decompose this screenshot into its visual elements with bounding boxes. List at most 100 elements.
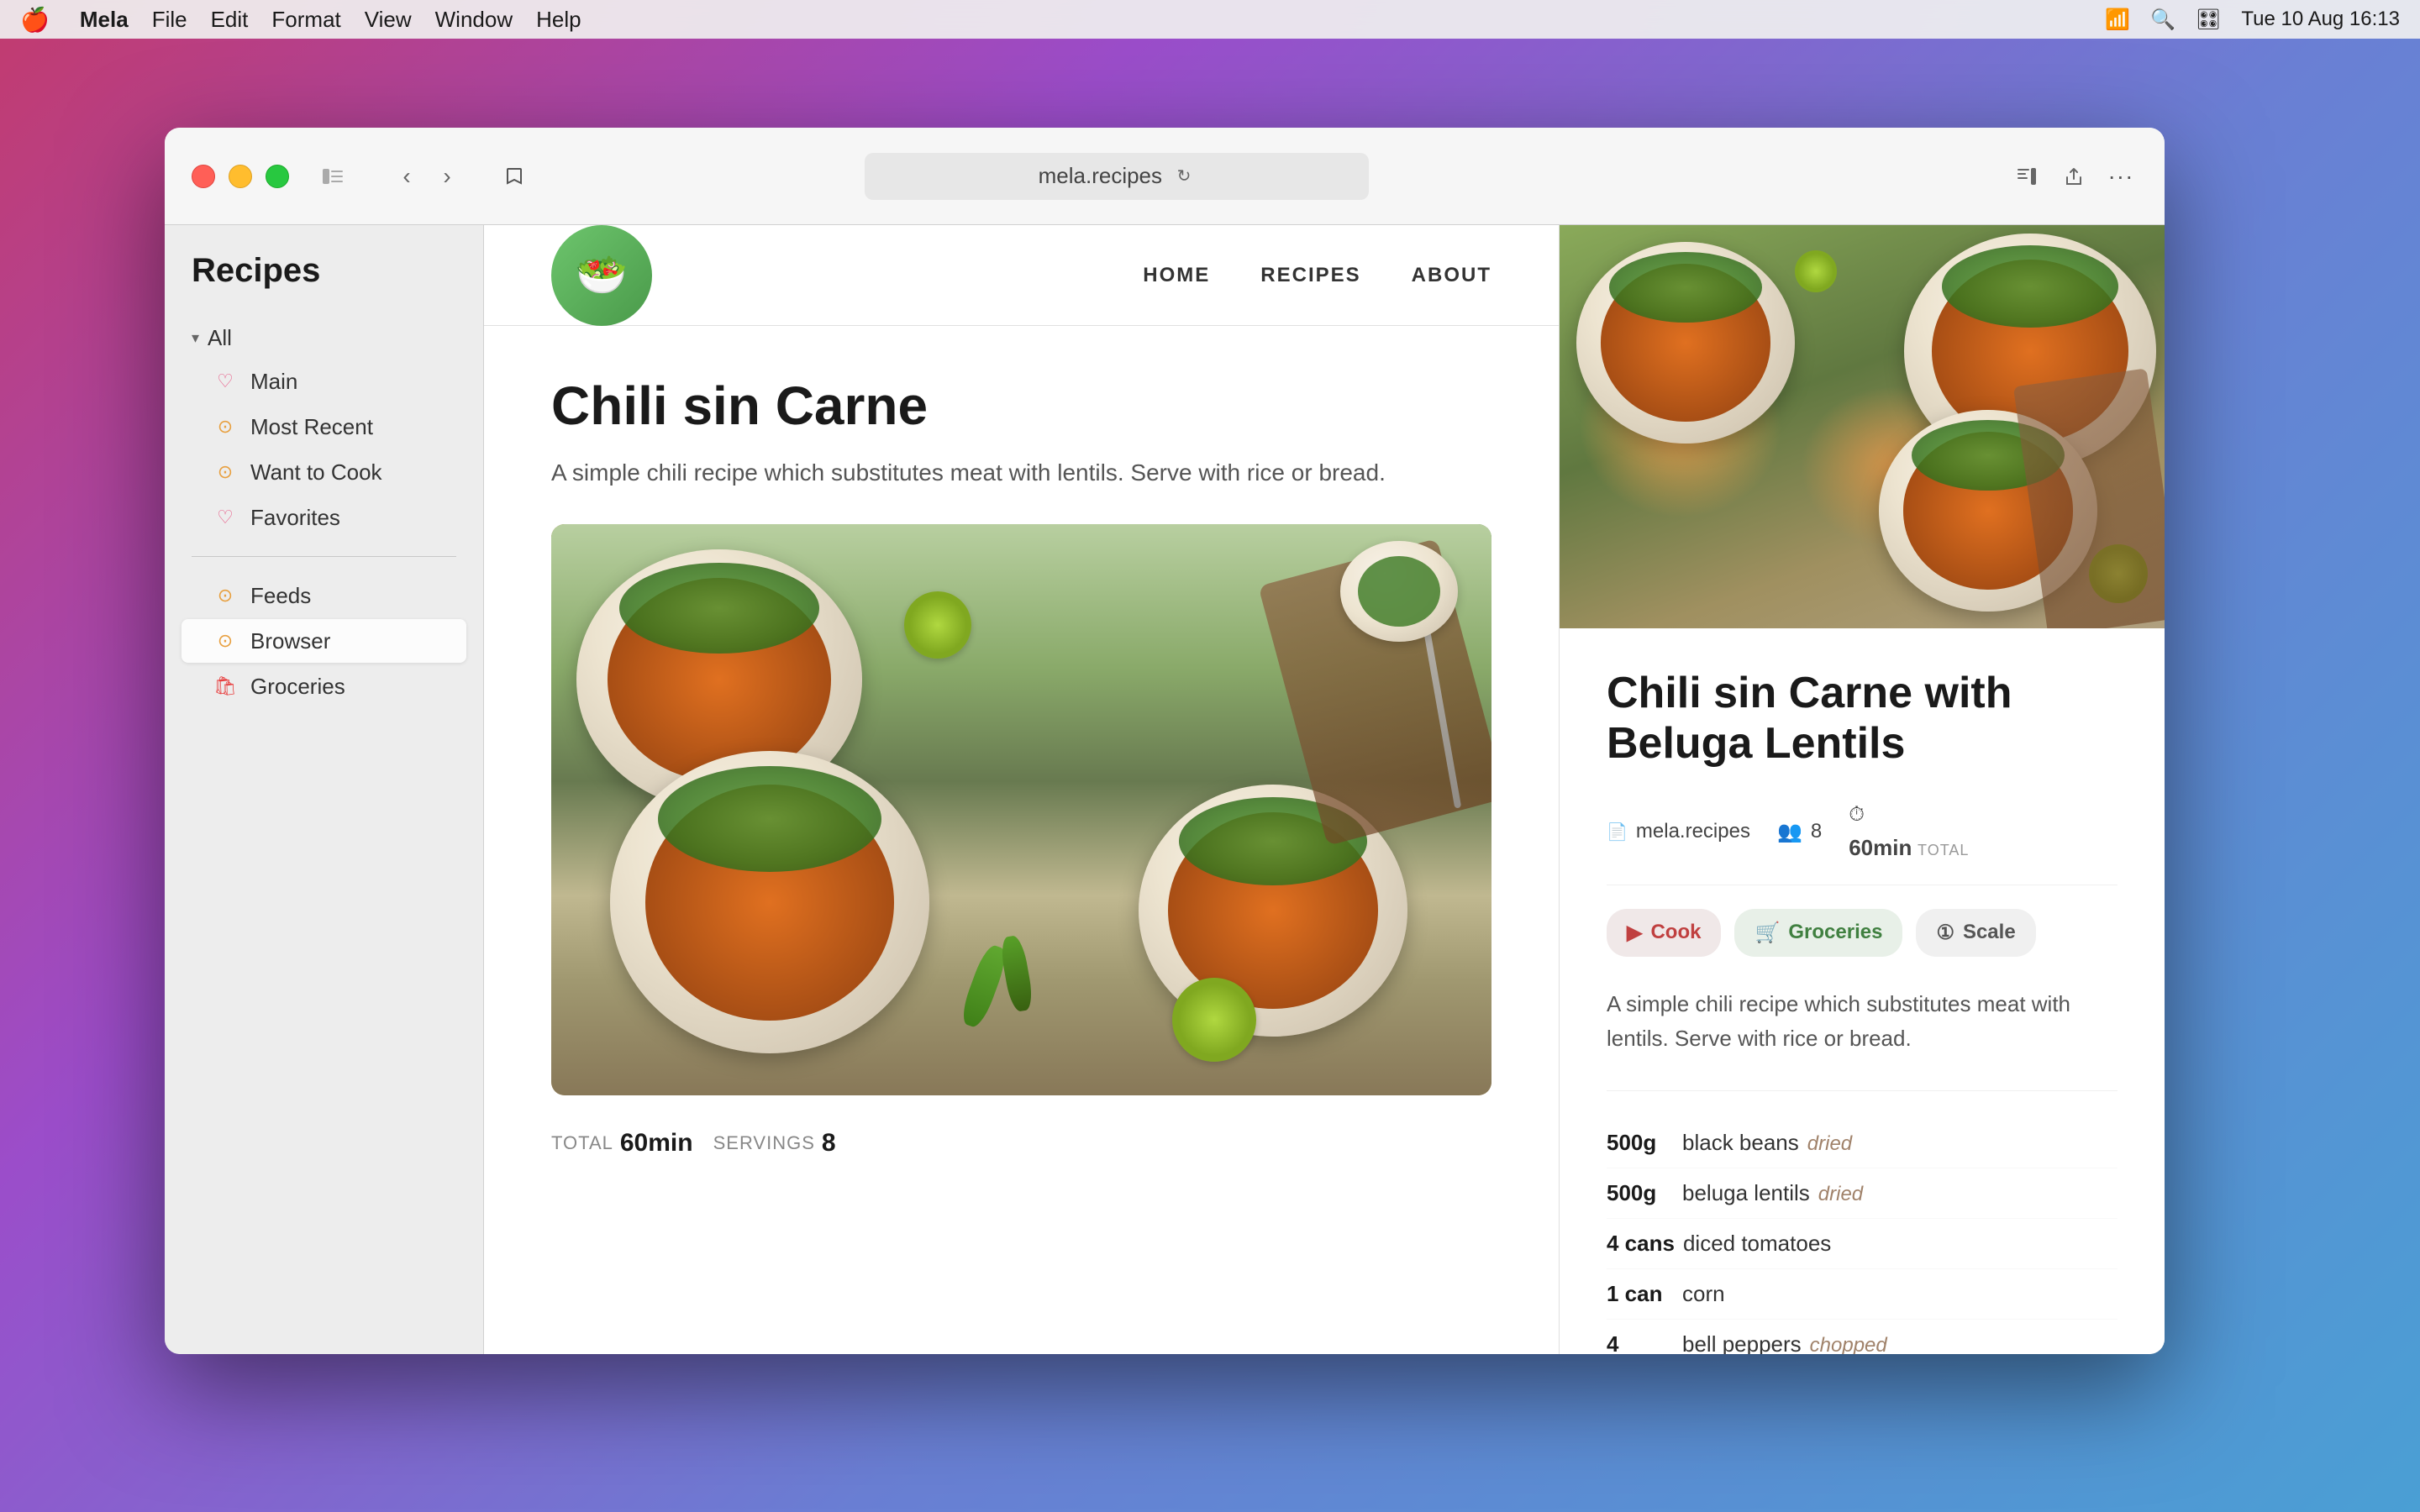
groceries-icon: 🛍: [212, 673, 239, 700]
ingredient-note-0: dried: [1807, 1132, 1852, 1156]
detail-title: Chili sin Carne with Beluga Lentils: [1607, 669, 2118, 769]
sidebar-item-favorites[interactable]: ♡ Favorites: [182, 496, 466, 539]
menubar-edit[interactable]: Edit: [211, 7, 249, 33]
time-display: 60min TOTAL: [1849, 835, 1969, 861]
reload-button[interactable]: ↻: [1172, 165, 1196, 188]
ingredient-amount-2: 4 cans: [1607, 1231, 1675, 1257]
chevron-down-icon: ▾: [192, 329, 199, 347]
sidebar-item-main[interactable]: ♡ Main: [182, 360, 466, 403]
ingredients-list: 500g black beans dried 500g beluga lenti…: [1607, 1118, 2118, 1354]
recipe-meta: TOTAL 60min SERVINGS 8: [551, 1129, 1491, 1158]
forward-button[interactable]: ›: [430, 160, 464, 193]
recipe-description: A simple chili recipe which substitutes …: [551, 455, 1491, 491]
clock: Tue 10 Aug 16:13: [2241, 8, 2400, 31]
site-nav-home[interactable]: HOME: [1143, 257, 1210, 294]
sidebar-item-want-to-cook[interactable]: ⊙ Want to Cook: [182, 450, 466, 494]
browser-icon: ⊙: [212, 627, 239, 654]
sidebar-item-groceries[interactable]: 🛍 Groceries: [182, 664, 466, 708]
address-bar[interactable]: mela.recipes ↻: [865, 153, 1369, 200]
detail-hero-image: [1560, 225, 2165, 628]
sidebar-item-most-recent-label: Most Recent: [250, 414, 373, 440]
more-options-button[interactable]: ···: [2104, 160, 2138, 193]
back-button[interactable]: ‹: [390, 160, 424, 193]
share-button[interactable]: [2057, 160, 2091, 193]
menubar-app-name[interactable]: Mela: [80, 7, 129, 33]
sidebar-toggle-button[interactable]: [316, 160, 350, 193]
source-text: mela.recipes: [1636, 820, 1750, 843]
titlebar: ‹ › mela.recipes ↻: [165, 128, 2165, 225]
detail-servings: 👥 8: [1777, 820, 1822, 844]
food-scene: [551, 524, 1491, 1095]
sidebar-all-group[interactable]: ▾ All: [182, 317, 466, 360]
apple-menu[interactable]: 🍎: [20, 6, 50, 34]
recipe-image: [551, 524, 1491, 1095]
cook-icon: ▶: [1627, 921, 1642, 945]
reading-list-button[interactable]: [2010, 160, 2044, 193]
site-nav-recipes[interactable]: RECIPES: [1260, 257, 1360, 294]
sidebar-item-browser[interactable]: ⊙ Browser: [182, 619, 466, 663]
ingredient-amount-3: 1 can: [1607, 1281, 1674, 1307]
address-text: mela.recipes: [1039, 163, 1162, 189]
time-label: TOTAL: [1918, 842, 1969, 858]
menubar: 🍎 Mela File Edit Format View Window Help…: [0, 0, 2420, 39]
recipe-meta-servings: SERVINGS 8: [713, 1129, 836, 1158]
scale-icon: ①: [1936, 921, 1954, 945]
ingredient-0: 500g black beans dried: [1607, 1118, 2118, 1168]
wifi-icon: 📶: [2105, 8, 2130, 32]
sidebar-item-feeds[interactable]: ⊙ Feeds: [182, 574, 466, 617]
sidebar-item-browser-label: Browser: [250, 628, 330, 654]
search-icon[interactable]: 🔍: [2150, 8, 2175, 32]
ingredients-divider: [1607, 1090, 2118, 1091]
sidebar-all-section: ▾ All ♡ Main ⊙ Most Recent ⊙ Want to Coo…: [182, 317, 466, 539]
browser-content: 🥗 HOME RECIPES ABOUT Chili sin Carne A s…: [484, 225, 1559, 1208]
want-to-cook-icon: ⊙: [212, 459, 239, 486]
total-value: 60min: [620, 1129, 693, 1158]
ingredient-amount-0: 500g: [1607, 1130, 1674, 1156]
ingredient-3: 1 can corn: [1607, 1269, 2118, 1320]
maximize-button[interactable]: [266, 165, 289, 188]
close-button[interactable]: [192, 165, 215, 188]
sidebar-item-feeds-label: Feeds: [250, 583, 311, 609]
time-icon: ⏱: [1849, 803, 1865, 827]
sidebar-title: Recipes: [182, 252, 466, 290]
ingredient-2: 4 cans diced tomatoes: [1607, 1219, 2118, 1269]
nav-buttons: ‹ ›: [390, 160, 464, 193]
detail-panel: Chili sin Carne with Beluga Lentils 📄 me…: [1560, 225, 2165, 1354]
detail-time: ⏱ 60min TOTAL: [1849, 803, 1969, 861]
sidebar-item-main-label: Main: [250, 369, 297, 395]
minimize-button[interactable]: [229, 165, 252, 188]
groceries-button[interactable]: 🛒 Groceries: [1734, 909, 1902, 957]
menubar-right: 📶 🔍 🎛 Tue 10 Aug 16:13: [2105, 8, 2400, 32]
detail-servings-value: 8: [1811, 820, 1822, 843]
detail-meta-row: 📄 mela.recipes 👥 8 ⏱ 60min TOTAL: [1607, 803, 2118, 885]
titlebar-actions: ···: [2010, 160, 2138, 193]
detail-content: Chili sin Carne with Beluga Lentils 📄 me…: [1560, 628, 2165, 1354]
site-nav-about[interactable]: ABOUT: [1412, 257, 1491, 294]
app-window: ‹ › mela.recipes ↻: [165, 128, 2165, 1354]
ingredient-amount-4: 4: [1607, 1331, 1674, 1354]
menubar-view[interactable]: View: [365, 7, 412, 33]
recipe-title: Chili sin Carne: [551, 376, 1491, 435]
site-nav: 🥗 HOME RECIPES ABOUT: [484, 225, 1559, 326]
menubar-help[interactable]: Help: [536, 7, 581, 33]
scale-button[interactable]: ① Scale: [1916, 909, 2035, 957]
bookmark-button[interactable]: [497, 160, 531, 193]
control-center-icon[interactable]: 🎛: [2196, 8, 2221, 32]
time-value: 60min: [1849, 835, 1912, 860]
menubar-file[interactable]: File: [152, 7, 187, 33]
most-recent-icon: ⊙: [212, 413, 239, 440]
recipe-meta-total: TOTAL 60min: [551, 1129, 693, 1158]
sidebar-item-most-recent[interactable]: ⊙ Most Recent: [182, 405, 466, 449]
menubar-format[interactable]: Format: [271, 7, 340, 33]
servings-label: SERVINGS: [713, 1132, 815, 1154]
sidebar: Recipes ▾ All ♡ Main ⊙ Most Recent ⊙ Wan…: [165, 225, 484, 1354]
ingredient-1: 500g beluga lentils dried: [1607, 1168, 2118, 1219]
ingredient-amount-1: 500g: [1607, 1180, 1674, 1206]
detail-source: 📄 mela.recipes: [1607, 820, 1750, 843]
ingredient-name-0: black beans: [1682, 1130, 1799, 1156]
recipe-content: Chili sin Carne A simple chili recipe wh…: [484, 326, 1559, 1208]
cook-label: Cook: [1650, 921, 1701, 944]
cook-button[interactable]: ▶ Cook: [1607, 909, 1721, 957]
sidebar-item-groceries-label: Groceries: [250, 674, 345, 700]
menubar-window[interactable]: Window: [435, 7, 513, 33]
